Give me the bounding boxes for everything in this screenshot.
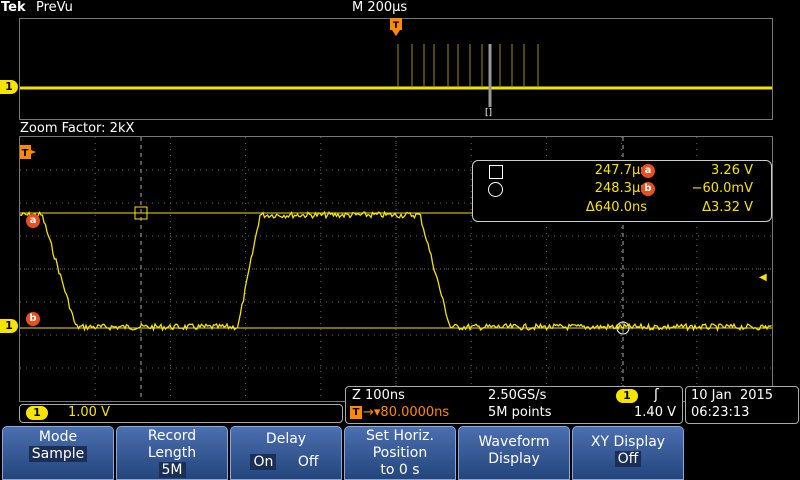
cursor-a-voltage: 3.26 V xyxy=(711,163,753,178)
main-timebase: M 200µs xyxy=(352,0,408,15)
record-length-label-line2: Length xyxy=(147,445,197,461)
cursor-readout-box: 247.7µs a 3.26 V 248.3µs b −60.0mV Δ640.… xyxy=(472,160,772,222)
zoom-channel1-marker[interactable]: 1 xyxy=(0,319,18,333)
rising-edge-icon: ʃ xyxy=(654,387,659,403)
delay-label: Delay xyxy=(265,431,307,447)
channel1-scale-box[interactable]: 1 1.00 V xyxy=(19,404,343,423)
record-length-menu-button[interactable]: Record Length 5M xyxy=(116,426,228,480)
set-horiz-label-line3: to 0 s xyxy=(380,462,420,478)
cursor-a-marker[interactable]: a xyxy=(26,214,40,228)
record-length-value: 5M xyxy=(158,462,186,478)
mode-label: Mode xyxy=(38,429,78,445)
cursor-a-time: 247.7µs xyxy=(594,163,647,178)
datetime-box: 10 Jan 2015 06:23:13 xyxy=(685,386,799,424)
channel1-badge: 1 xyxy=(26,406,48,420)
cursor-b-time: 248.3µs xyxy=(594,181,647,196)
acquisition-mode: PreVu xyxy=(36,0,73,15)
set-horiz-position-button[interactable]: Set Horiz. Position to 0 s xyxy=(344,426,456,480)
trigger-position-icon: T xyxy=(350,406,362,419)
top-bar: Tek PreVu M 200µs xyxy=(0,0,800,18)
waveform-display-label-line2: Display xyxy=(488,451,540,467)
cursor-b-voltage: −60.0mV xyxy=(691,181,753,196)
xy-display-label: XY Display xyxy=(590,434,666,450)
readout-a-label: a xyxy=(641,164,655,178)
svg-text:T: T xyxy=(393,21,400,31)
set-horiz-label-line2: Position xyxy=(372,445,428,461)
mode-value: Sample xyxy=(28,446,88,462)
delay-on-option[interactable]: On xyxy=(250,454,277,470)
readout-b-label: b xyxy=(641,182,655,196)
channel1-volts-per-div: 1.00 V xyxy=(68,405,110,420)
zoom-scale: Z 100ns xyxy=(352,388,405,403)
sample-rate: 2.50GS/s xyxy=(488,388,547,403)
waveform-display-label-line1: Waveform xyxy=(478,434,550,450)
trigger-icon: T xyxy=(390,18,402,36)
xy-display-button[interactable]: XY Display Off xyxy=(572,426,684,480)
set-horiz-label-line1: Set Horiz. xyxy=(366,428,434,444)
cursor-delta-time: Δ640.0ns xyxy=(585,200,647,215)
record-length: 5M points xyxy=(488,405,552,420)
trigger-level-arrow-icon: ◀ xyxy=(759,272,767,283)
square-cursor-icon xyxy=(489,165,503,179)
mode-menu-button[interactable]: Mode Sample xyxy=(2,426,114,480)
circle-cursor-icon xyxy=(488,182,503,197)
zoom-trigger-marker[interactable]: T xyxy=(20,144,38,159)
zoom-position-marker: [] xyxy=(485,108,493,118)
date: 10 Jan 2015 xyxy=(691,388,774,403)
waveform-display-button[interactable]: Waveform Display xyxy=(458,426,570,480)
trigger-source-badge: 1 xyxy=(616,389,638,403)
overview-trigger-marker[interactable]: T xyxy=(390,18,402,40)
horizontal-readout-box[interactable]: Z 100ns 2.50GS/s 1 ʃ T →▾80.0000ns 5M po… xyxy=(345,386,683,424)
cursor-delta-voltage: Δ3.32 V xyxy=(702,200,753,215)
delay-menu-button[interactable]: Delay On Off xyxy=(230,426,342,480)
cursor-b-marker[interactable]: b xyxy=(26,312,40,326)
zoom-factor-label: Zoom Factor: 2kX xyxy=(20,121,135,136)
xy-display-value: Off xyxy=(614,451,642,467)
overview-channel1-marker[interactable]: 1 xyxy=(0,80,18,94)
brand-logo: Tek xyxy=(1,0,26,15)
delay-off-option[interactable]: Off xyxy=(295,454,322,470)
time: 06:23:13 xyxy=(691,405,750,420)
trigger-level: 1.40 V xyxy=(634,405,676,420)
svg-text:T: T xyxy=(22,148,29,159)
record-length-label-line1: Record xyxy=(147,428,197,444)
trigger-position: →▾80.0000ns xyxy=(363,405,450,420)
trigger-icon: T xyxy=(20,145,36,159)
